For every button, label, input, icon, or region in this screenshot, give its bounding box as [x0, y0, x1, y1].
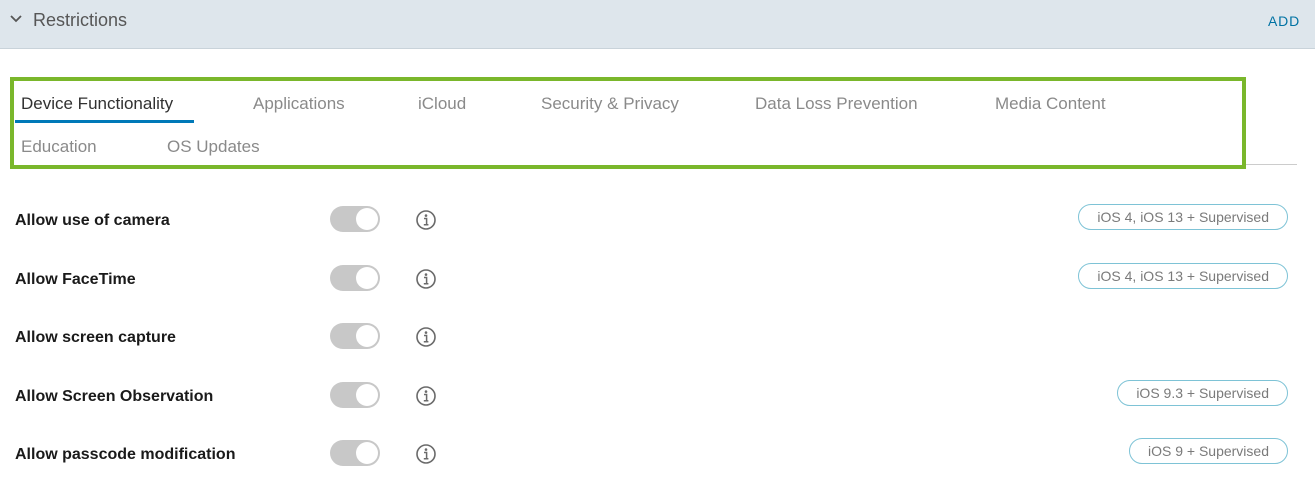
- os-badge: iOS 9.3 + Supervised: [1117, 380, 1288, 406]
- facetime-toggle[interactable]: [330, 265, 380, 291]
- setting-label: Allow use of camera: [15, 212, 170, 229]
- toggle-knob: [356, 384, 378, 406]
- tab-education[interactable]: Education: [21, 136, 97, 166]
- os-badge: iOS 4, iOS 13 + Supervised: [1078, 263, 1288, 289]
- tab-data-loss-prevention[interactable]: Data Loss Prevention: [755, 93, 918, 123]
- tab-os-updates[interactable]: OS Updates: [167, 136, 260, 166]
- camera-toggle[interactable]: [330, 206, 380, 232]
- setting-row-screen-capture: Allow screen capture: [0, 323, 1315, 369]
- setting-row-camera: Allow use of camera iOS 4, iOS 13 + Supe…: [0, 204, 1315, 252]
- passcode-modification-toggle[interactable]: [330, 440, 380, 466]
- toggle-knob: [356, 208, 378, 230]
- info-icon[interactable]: [415, 268, 437, 290]
- info-icon[interactable]: [415, 326, 437, 348]
- os-badge: iOS 9 + Supervised: [1128, 438, 1288, 464]
- setting-row-screen-observation: Allow Screen Observation iOS 9.3 + Super…: [0, 380, 1315, 428]
- chevron-down-icon[interactable]: [9, 12, 23, 26]
- tab-icloud[interactable]: iCloud: [418, 93, 466, 123]
- toggle-knob: [356, 267, 378, 289]
- setting-label: Allow passcode modification: [15, 446, 236, 463]
- toggle-knob: [356, 325, 378, 347]
- tab-security-privacy[interactable]: Security & Privacy: [541, 93, 679, 123]
- screen-capture-toggle[interactable]: [330, 323, 380, 349]
- setting-label: Allow Screen Observation: [15, 388, 214, 405]
- info-icon[interactable]: [415, 209, 437, 231]
- setting-label: Allow FaceTime: [15, 271, 136, 288]
- setting-row-passcode-modification: Allow passcode modification iOS 9 + Supe…: [0, 438, 1315, 486]
- setting-label: Allow screen capture: [15, 329, 176, 346]
- section-title: Restrictions: [33, 10, 128, 30]
- info-icon[interactable]: [415, 385, 437, 407]
- tab-media-content[interactable]: Media Content: [995, 93, 1106, 123]
- tab-device-functionality[interactable]: Device Functionality: [14, 93, 195, 123]
- section-header[interactable]: Restrictions ADD: [0, 0, 1315, 49]
- tab-applications[interactable]: Applications: [253, 93, 345, 123]
- setting-row-facetime: Allow FaceTime iOS 4, iOS 13 + Supervise…: [0, 263, 1315, 311]
- os-badge: iOS 4, iOS 13 + Supervised: [1078, 204, 1288, 230]
- tabs-divider: [1246, 164, 1297, 165]
- screen-observation-toggle[interactable]: [330, 382, 380, 408]
- toggle-knob: [356, 442, 378, 464]
- add-button[interactable]: ADD: [1268, 13, 1300, 29]
- info-icon[interactable]: [415, 443, 437, 465]
